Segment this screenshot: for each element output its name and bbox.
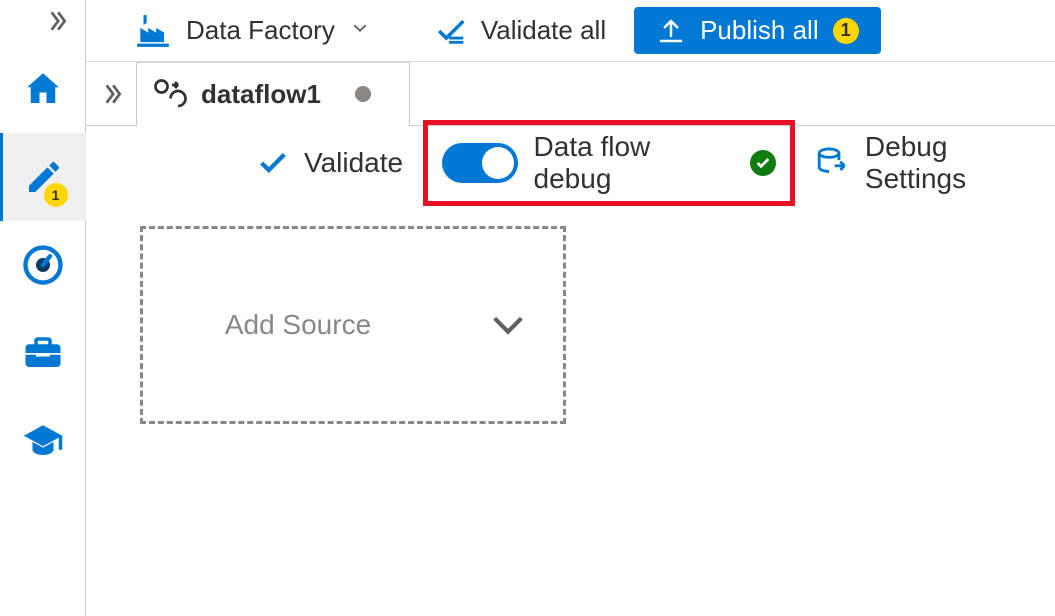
dataflow-toolbar: Validate Data flow debug Debug Settings — [86, 126, 1055, 200]
debug-toggle-highlight: Data flow debug — [423, 120, 795, 206]
expand-rail-icon[interactable] — [43, 8, 69, 39]
factory-label: Data Factory — [186, 15, 335, 46]
chevron-down-icon — [349, 17, 371, 44]
dataflow-icon — [151, 76, 187, 112]
check-icon — [256, 146, 290, 180]
toolbox-icon — [22, 332, 64, 374]
validate-label: Validate — [304, 147, 403, 179]
debug-active-icon — [750, 150, 776, 176]
left-nav-rail: 1 — [0, 0, 86, 616]
publish-badge: 1 — [833, 18, 859, 44]
gauge-icon — [22, 244, 64, 286]
database-arrow-icon — [815, 146, 849, 180]
chevron-down-icon[interactable] — [480, 305, 536, 345]
nav-learn[interactable] — [0, 397, 86, 485]
factory-icon — [134, 12, 172, 50]
add-source-box[interactable]: Add Source — [140, 226, 566, 424]
add-source-label: Add Source — [225, 309, 371, 341]
nav-monitor[interactable] — [0, 221, 86, 309]
debug-label: Data flow debug — [534, 131, 735, 195]
validate-button[interactable]: Validate — [256, 146, 403, 180]
tab-dataflow1[interactable]: dataflow1 — [136, 62, 410, 125]
tab-title: dataflow1 — [201, 79, 321, 110]
upload-icon — [656, 16, 686, 46]
nav-home[interactable] — [0, 45, 86, 133]
debug-settings-button[interactable]: Debug Settings — [815, 131, 1055, 195]
nav-manage[interactable] — [0, 309, 86, 397]
validate-all-label: Validate all — [481, 15, 606, 46]
publish-label: Publish all — [700, 15, 819, 46]
tab-row: dataflow1 — [86, 62, 1055, 126]
home-icon — [22, 68, 64, 110]
publish-all-button[interactable]: Publish all 1 — [634, 7, 881, 54]
top-toolbar: Data Factory Validate all Publish all 1 — [86, 0, 1055, 62]
validate-all-button[interactable]: Validate all — [435, 14, 606, 48]
factory-selector[interactable]: Data Factory — [134, 12, 371, 50]
dataflow-debug-toggle[interactable] — [442, 143, 517, 183]
check-list-icon — [435, 14, 469, 48]
expand-tabs-button[interactable] — [86, 81, 136, 107]
unsaved-indicator — [355, 86, 371, 102]
toggle-knob — [482, 147, 514, 179]
debug-settings-label: Debug Settings — [865, 131, 1055, 195]
dataflow-canvas: Add Source — [86, 200, 1055, 616]
author-badge: 1 — [44, 183, 68, 207]
nav-author[interactable]: 1 — [0, 133, 86, 221]
graduation-cap-icon — [22, 420, 64, 462]
